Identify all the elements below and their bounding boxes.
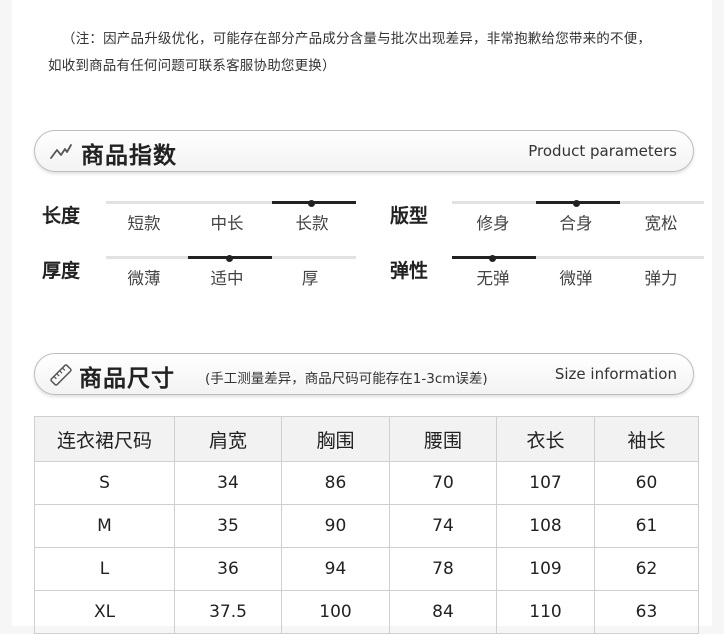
table-cell: 100 — [281, 590, 390, 634]
notice-line-1: （注：因产品升级优化，可能存在部分产品成分含量与批次出现差异，非常抱歉给您带来的… — [62, 31, 652, 47]
elasticity-option-stretch: 弹力 — [644, 269, 678, 288]
length-option-long: 长款 — [295, 214, 329, 233]
table-cell: 110 — [496, 590, 595, 634]
product-detail-page: （注：因产品升级优化，可能存在部分产品成分含量与批次出现差异，非常抱歉给您带来的… — [12, 0, 712, 634]
fit-option-loose: 宽松 — [644, 214, 678, 233]
size-info-title: 商品尺寸 — [79, 366, 175, 392]
table-cell: 36 — [174, 547, 282, 591]
table-row: M 35 90 74 108 61 — [34, 504, 699, 548]
thickness-option-thick: 厚 — [301, 269, 319, 288]
table-cell: 74 — [389, 504, 497, 548]
product-index-title: 商品指数 — [81, 143, 177, 169]
table-cell: 86 — [281, 461, 390, 505]
fit-option-slim: 修身 — [476, 214, 510, 233]
table-cell: L — [34, 547, 175, 591]
thickness-option-medium: 适中 — [210, 269, 244, 288]
table-cell: 37.5 — [174, 590, 282, 634]
table-cell: 34 — [174, 461, 282, 505]
table-row: L 36 94 78 109 62 — [34, 547, 699, 591]
length-indicator — [308, 200, 315, 207]
table-cell: 94 — [281, 547, 390, 591]
elasticity-option-slight: 微弹 — [559, 269, 593, 288]
size-table: 连衣裙尺码 肩宽 胸围 腰围 衣长 袖长 S 34 86 70 107 60 M… — [34, 416, 699, 634]
attr-label-elasticity: 弹性 — [390, 260, 429, 282]
table-row: XL 37.5 100 84 110 63 — [34, 590, 699, 634]
length-option-mid: 中长 — [210, 214, 244, 233]
notice-line-2: 如收到商品有任何问题可联系客服协助您更换） — [48, 58, 336, 74]
table-cell: S — [34, 461, 175, 505]
elasticity-option-none: 无弹 — [476, 269, 510, 288]
elasticity-indicator — [489, 255, 496, 262]
thickness-option-thin: 微薄 — [127, 269, 161, 288]
attr-label-thickness: 厚度 — [42, 260, 81, 282]
col-header-size: 连衣裙尺码 — [34, 416, 175, 462]
table-cell: 84 — [389, 590, 497, 634]
attr-label-length: 长度 — [42, 205, 81, 227]
col-header-sleeve: 袖长 — [594, 416, 699, 462]
table-cell: 63 — [594, 590, 699, 634]
length-option-short: 短款 — [127, 214, 161, 233]
table-cell: 61 — [594, 504, 699, 548]
table-cell: 62 — [594, 547, 699, 591]
table-cell: 35 — [174, 504, 282, 548]
thickness-indicator — [226, 255, 233, 262]
ruler-icon — [50, 364, 72, 386]
col-header-bust: 胸围 — [281, 416, 390, 462]
col-header-waist: 腰围 — [389, 416, 497, 462]
col-header-shoulder: 肩宽 — [174, 416, 282, 462]
size-info-header: 商品尺寸 (手工测量差异，商品尺码可能存在1-3cm误差) Size infor… — [34, 353, 694, 395]
table-cell: XL — [34, 590, 175, 634]
table-cell: 108 — [496, 504, 595, 548]
product-index-header: 商品指数 Product parameters — [34, 130, 694, 172]
size-info-en-title: Size information — [554, 365, 677, 383]
product-index-en-title: Product parameters — [528, 142, 677, 160]
table-cell: M — [34, 504, 175, 548]
table-cell: 60 — [594, 461, 699, 505]
size-table-header-row: 连衣裙尺码 肩宽 胸围 腰围 衣长 袖长 — [34, 416, 699, 462]
fit-option-regular: 合身 — [559, 214, 593, 233]
trend-line-icon — [50, 144, 72, 159]
size-info-note: (手工测量差异，商品尺码可能存在1-3cm误差) — [205, 371, 488, 387]
table-cell: 78 — [389, 547, 497, 591]
notice-text: （注：因产品升级优化，可能存在部分产品成分含量与批次出现差异，非常抱歉给您带来的… — [48, 26, 708, 80]
table-cell: 90 — [281, 504, 390, 548]
attr-label-fit: 版型 — [390, 205, 429, 227]
table-cell: 107 — [496, 461, 595, 505]
fit-indicator — [573, 200, 580, 207]
table-cell: 70 — [389, 461, 497, 505]
table-cell: 109 — [496, 547, 595, 591]
col-header-length: 衣长 — [496, 416, 595, 462]
table-row: S 34 86 70 107 60 — [34, 461, 699, 505]
